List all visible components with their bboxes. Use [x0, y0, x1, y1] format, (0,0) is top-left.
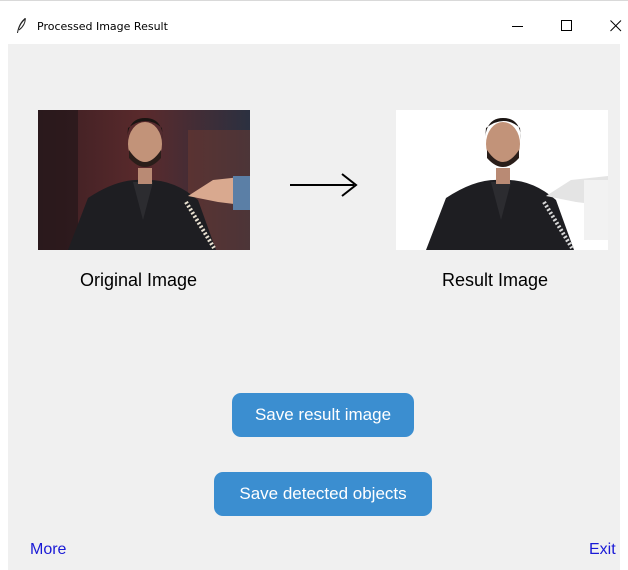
more-link[interactable]: More: [30, 541, 66, 559]
result-image: [396, 110, 608, 250]
exit-link[interactable]: Exit: [589, 541, 616, 559]
minimize-button[interactable]: [496, 8, 540, 44]
result-image-caption: Result Image: [442, 270, 549, 290]
original-image: [38, 110, 250, 250]
save-detected-objects-button[interactable]: Save detected objects: [214, 472, 432, 516]
window-client-area: Original Image Result Image Save result …: [8, 44, 620, 570]
close-icon: [610, 20, 622, 32]
right-arrow-icon: [290, 172, 358, 203]
title-bar[interactable]: Processed Image Result: [0, 8, 628, 44]
maximize-icon: [561, 20, 572, 31]
maximize-button[interactable]: [545, 8, 589, 44]
window-title: Processed Image Result: [37, 20, 168, 33]
save-result-image-button[interactable]: Save result image: [232, 393, 414, 437]
close-button[interactable]: [594, 8, 628, 44]
window-top-border: [0, 0, 628, 1]
minimize-icon: [512, 26, 523, 27]
original-image-caption: Original Image: [80, 270, 198, 290]
feather-icon: [15, 17, 27, 34]
